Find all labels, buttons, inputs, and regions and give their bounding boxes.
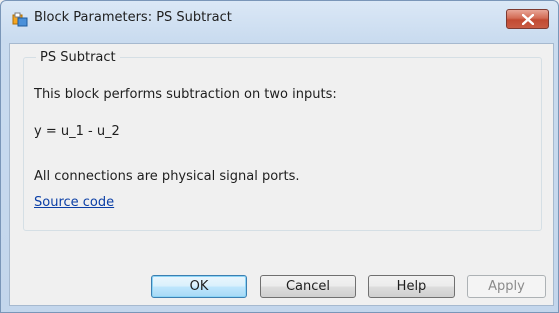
help-button[interactable]: Help: [368, 275, 455, 298]
connections-note: All connections are physical signal port…: [34, 169, 300, 184]
ok-button[interactable]: OK: [151, 275, 247, 298]
apply-button[interactable]: Apply: [467, 275, 546, 298]
dialog-window: Block Parameters: PS Subtract PS Subtrac…: [0, 0, 559, 313]
cancel-button[interactable]: Cancel: [260, 275, 356, 298]
simulink-block-icon: [12, 12, 28, 28]
block-description: This block performs subtraction on two i…: [34, 87, 337, 102]
window-title: Block Parameters: PS Subtract: [34, 10, 232, 25]
title-bar[interactable]: Block Parameters: PS Subtract: [1, 1, 558, 43]
source-code-link[interactable]: Source code: [34, 195, 114, 210]
group-title: PS Subtract: [36, 50, 120, 65]
close-button[interactable]: [506, 9, 549, 29]
dialog-body: PS Subtract This block performs subtract…: [9, 43, 554, 306]
close-icon: [522, 14, 534, 25]
block-equation: y = u_1 - u_2: [34, 124, 120, 139]
